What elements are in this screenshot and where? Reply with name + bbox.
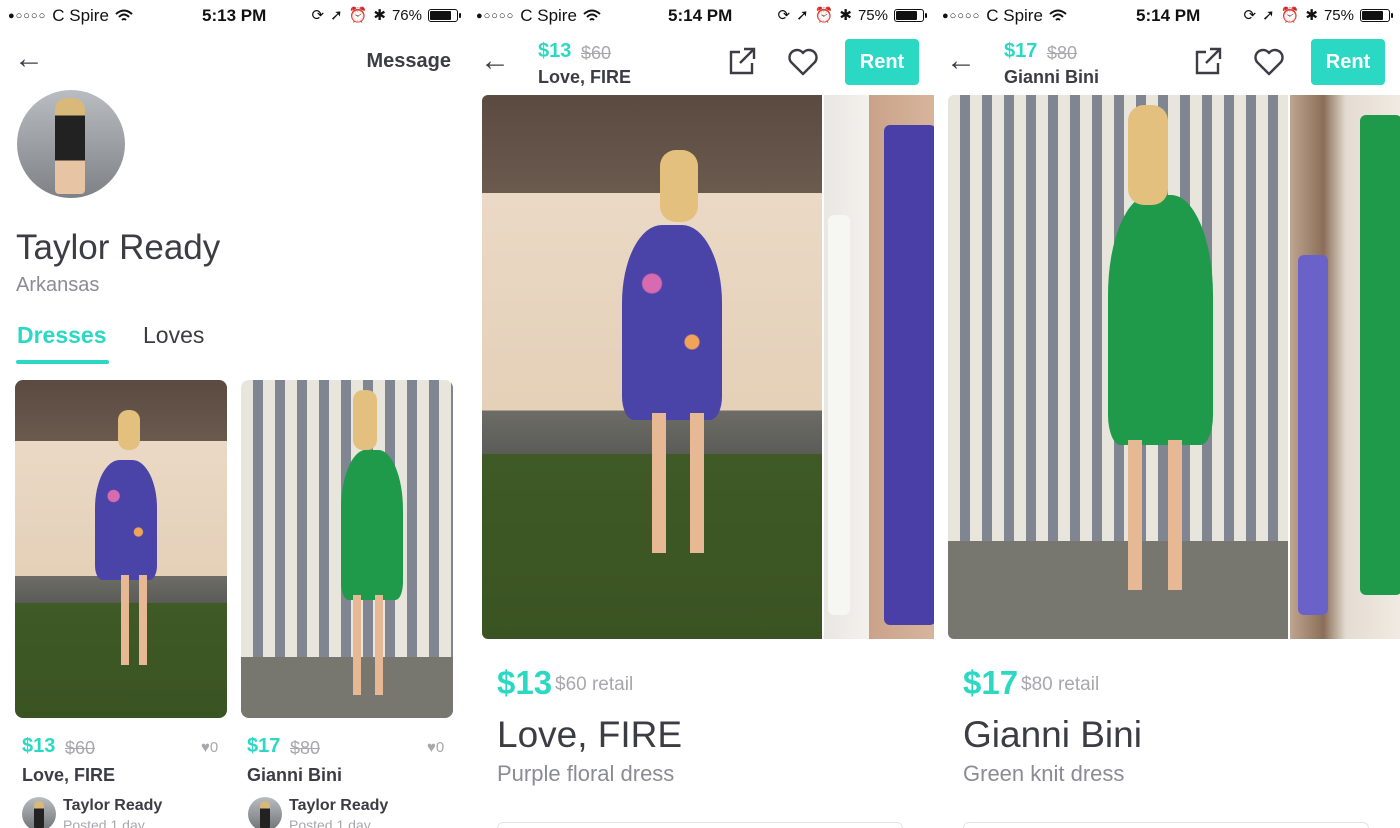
card-retail: $60	[65, 738, 96, 758]
gallery-main-photo[interactable]	[482, 95, 822, 639]
location-icon: ➚	[1262, 7, 1275, 24]
divider	[963, 822, 1369, 828]
owner-avatar	[22, 797, 56, 828]
alarm-icon: ⏰	[814, 7, 834, 24]
signal-dots-icon: ●○○○○	[942, 10, 981, 22]
location-icon: ➚	[330, 7, 343, 24]
detail-title: Love, FIRE	[497, 714, 683, 755]
tab-loves[interactable]: Loves	[143, 322, 204, 349]
card-price: $13	[22, 735, 56, 757]
detail-price: $17	[963, 664, 1019, 701]
lock-rotation-icon: ⟳	[777, 7, 791, 24]
card-title[interactable]: Gianni Bini	[247, 765, 342, 786]
detail-price: $13	[497, 664, 553, 701]
card-owner: Taylor Ready	[63, 797, 163, 814]
alarm-icon: ⏰	[1280, 7, 1300, 24]
detail-subtitle: Purple floral dress	[497, 761, 675, 786]
card-posted: Posted 1 day	[289, 817, 371, 828]
card-price: $17	[247, 735, 281, 757]
owner-avatar	[248, 797, 282, 828]
header-price: $13	[538, 40, 572, 62]
carrier-name: C Spire	[52, 6, 109, 25]
share-icon[interactable]	[1194, 46, 1222, 76]
battery-percent: 75%	[1323, 6, 1354, 24]
share-icon[interactable]	[728, 46, 756, 76]
detail-screen-love-fire: ●○○○○ C Spire 5:14 PM ⟳ ➚ ⏰ ✱ 75% ← $13 …	[468, 0, 934, 828]
heart-icon: ♥	[427, 739, 436, 756]
header-title: Gianni Bini	[1004, 67, 1100, 87]
card-likes[interactable]: ♥0	[427, 739, 444, 756]
bluetooth-icon: ✱	[373, 7, 386, 24]
battery-percent: 76%	[391, 6, 422, 24]
heart-icon: ♥	[201, 739, 210, 756]
tab-dresses[interactable]: Dresses	[16, 322, 109, 364]
dress-photo-love-fire[interactable]	[15, 380, 227, 718]
wifi-icon	[583, 9, 601, 21]
gallery-next-photo[interactable]	[824, 95, 934, 639]
signal-dots-icon: ●○○○○	[8, 10, 47, 22]
card-owner: Taylor Ready	[289, 797, 389, 814]
card-likes[interactable]: ♥0	[201, 739, 218, 756]
header-retail: $60	[581, 43, 612, 63]
bluetooth-icon: ✱	[839, 7, 852, 24]
wifi-icon	[1049, 9, 1067, 21]
alarm-icon: ⏰	[348, 7, 368, 24]
carrier-name: C Spire	[520, 6, 577, 25]
battery-percent: 75%	[857, 6, 888, 24]
header-price: $17	[1004, 40, 1038, 62]
detail-retail: $60 retail	[555, 674, 634, 695]
status-bar: ●○○○○ C Spire 5:14 PM ⟳ ➚ ⏰ ✱ 75%	[468, 0, 934, 32]
rent-button[interactable]: Rent	[1311, 39, 1385, 85]
rent-button[interactable]: Rent	[845, 39, 919, 85]
header-title: Love, FIRE	[538, 67, 632, 87]
status-bar: ●○○○○ C Spire 5:14 PM ⟳ ➚ ⏰ ✱ 75%	[934, 0, 1400, 32]
lock-rotation-icon: ⟳	[311, 7, 325, 24]
carrier-name: C Spire	[986, 6, 1043, 25]
divider	[497, 822, 903, 828]
location-icon: ➚	[796, 7, 809, 24]
header-retail: $80	[1047, 43, 1078, 63]
detail-retail: $80 retail	[1021, 674, 1100, 695]
profile-screen: ●○○○○ C Spire 5:13 PM ⟳ ➚ ⏰ ✱ 76% ← Mess…	[0, 0, 468, 828]
status-time: 5:13 PM	[202, 6, 267, 25]
detail-title: Gianni Bini	[963, 714, 1142, 755]
card-retail: $80	[290, 738, 321, 758]
lock-rotation-icon: ⟳	[1243, 7, 1257, 24]
heart-icon[interactable]	[788, 48, 818, 76]
signal-dots-icon: ●○○○○	[476, 10, 515, 22]
back-arrow-icon[interactable]: ←	[946, 46, 976, 76]
card-posted: Posted 1 day	[63, 817, 145, 828]
battery-icon	[894, 8, 927, 22]
detail-subtitle: Green knit dress	[963, 761, 1125, 786]
status-time: 5:14 PM	[1136, 6, 1201, 25]
profile-location: Arkansas	[16, 274, 100, 296]
heart-icon[interactable]	[1254, 48, 1284, 76]
bluetooth-icon: ✱	[1305, 7, 1318, 24]
back-arrow-icon[interactable]: ←	[480, 46, 510, 76]
status-bar: ●○○○○ C Spire 5:13 PM ⟳ ➚ ⏰ ✱ 76%	[0, 0, 468, 32]
battery-icon	[428, 8, 461, 22]
battery-icon	[1360, 8, 1393, 22]
back-arrow-icon[interactable]: ←	[14, 44, 44, 74]
avatar	[17, 90, 125, 198]
gallery-next-photo[interactable]	[1290, 95, 1400, 639]
card-title[interactable]: Love, FIRE	[22, 765, 115, 786]
gallery-main-photo[interactable]	[948, 95, 1288, 639]
detail-screen-gianni-bini: ●○○○○ C Spire 5:14 PM ⟳ ➚ ⏰ ✱ 75% ← $17 …	[934, 0, 1400, 828]
dress-photo-gianni-bini[interactable]	[241, 380, 453, 718]
profile-name: Taylor Ready	[16, 228, 221, 267]
message-button[interactable]: Message	[367, 50, 452, 73]
wifi-icon	[115, 9, 133, 21]
status-time: 5:14 PM	[668, 6, 733, 25]
